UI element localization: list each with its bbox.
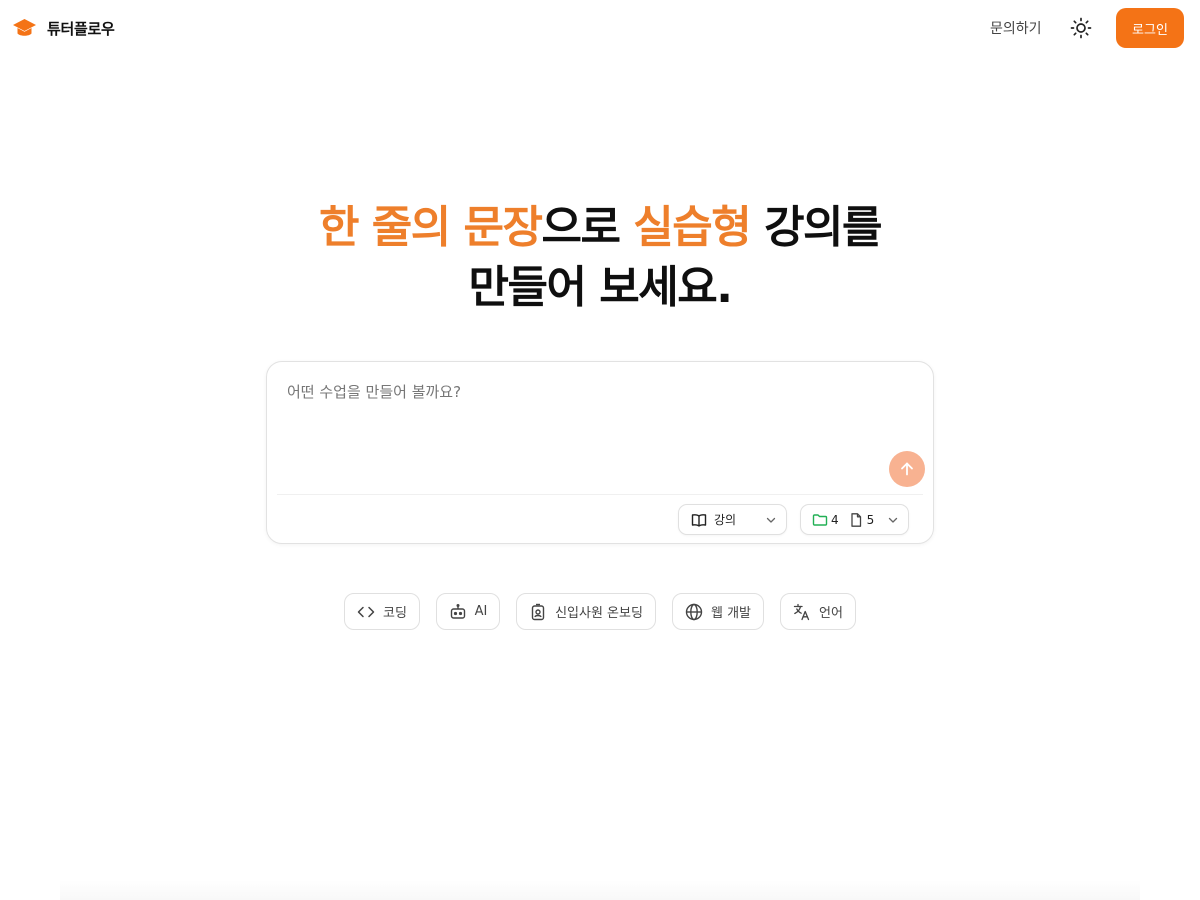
bottom-fade (60, 880, 1140, 900)
page: 튜터플로우 문의하기 로그인 한 줄의 문장으로 실습형 강의를 만들어 보세요… (0, 0, 1200, 900)
code-icon (357, 606, 375, 617)
theme-toggle-button[interactable] (1070, 17, 1092, 39)
top-header: 튜터플로우 문의하기 로그인 (0, 0, 1200, 56)
hero-line-2: 만들어 보세요. (468, 262, 733, 313)
chevron-down-icon (766, 517, 776, 523)
folder-count: 4 (831, 512, 839, 527)
hero-headline: 한 줄의 문장으로 실습형 강의를 만들어 보세요. (0, 198, 1200, 318)
robot-icon (450, 603, 465, 619)
sun-icon (1070, 17, 1092, 39)
brand-name: 튜터플로우 (47, 19, 115, 38)
globe-icon (685, 603, 703, 620)
graduation-cap-icon (13, 19, 36, 36)
hero-highlight-practice: 실습형 (633, 202, 751, 253)
hero-text: 으로 (541, 202, 634, 253)
suggestion-chip-ai[interactable]: AI (436, 593, 500, 630)
login-button[interactable]: 로그인 (1116, 8, 1184, 48)
suggestion-label: 언어 (819, 606, 843, 621)
file-icon (850, 512, 861, 527)
brand-logo[interactable]: 튜터플로우 (12, 16, 115, 40)
badge-icon (531, 603, 545, 620)
suggestion-label: 웹 개발 (710, 606, 751, 621)
hero-highlight-sentence: 한 줄의 문장 (318, 202, 543, 253)
contact-link[interactable]: 문의하기 (990, 18, 1042, 38)
file-count: 5 (866, 512, 875, 527)
prompt-divider (277, 494, 923, 495)
content-type-value: 강의 (714, 513, 737, 527)
chevron-down-icon (888, 517, 898, 523)
suggestion-chip-web-dev[interactable]: 웹 개발 (672, 593, 764, 630)
suggestion-chip-language[interactable]: 언어 (780, 593, 856, 630)
translate-icon (793, 603, 810, 620)
folder-icon (812, 513, 828, 526)
hero-text-lecture: 강의를 (750, 202, 882, 253)
suggestion-chip-coding[interactable]: 코딩 (344, 593, 420, 630)
suggestion-label: AI (474, 604, 488, 619)
content-type-select[interactable]: 강의 (678, 504, 787, 535)
suggestion-chip-onboarding[interactable]: 신입사원 온보딩 (516, 593, 656, 630)
prompt-input[interactable] (287, 380, 887, 404)
arrow-up-icon (901, 462, 913, 476)
prompt-box: 강의 4 5 (266, 361, 934, 544)
hero-line-1: 한 줄의 문장으로 실습형 강의를 (0, 198, 1200, 258)
structure-count-select[interactable]: 4 5 (800, 504, 909, 535)
suggestion-label: 코딩 (383, 606, 407, 621)
suggestion-label: 신입사원 온보딩 (555, 606, 643, 621)
send-button[interactable] (889, 451, 925, 487)
book-open-icon (691, 513, 707, 527)
